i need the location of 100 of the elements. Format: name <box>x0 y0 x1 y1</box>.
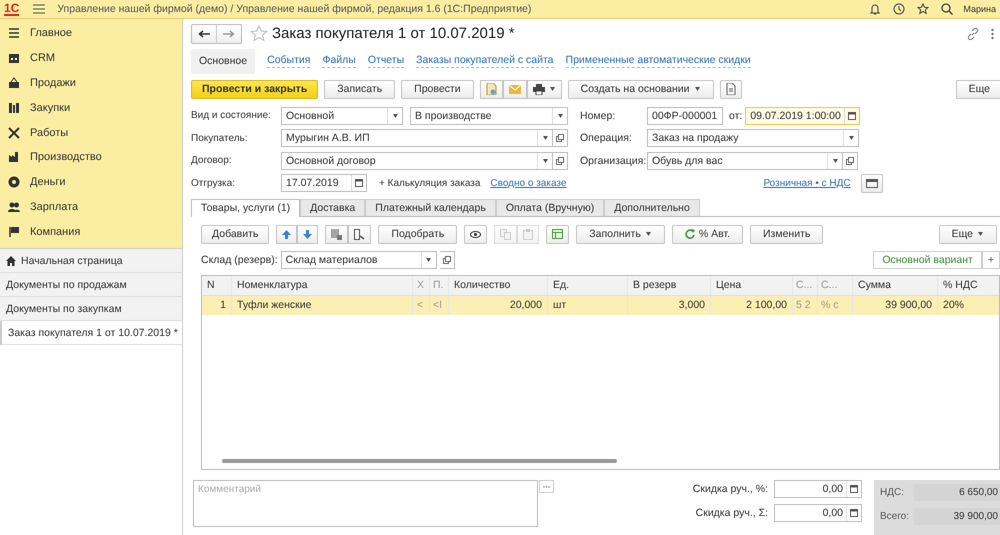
column-header[interactable]: Цена <box>710 276 792 295</box>
column-header[interactable]: Номенклатура <box>231 276 412 295</box>
window-title: Управление нашей фирмой (демо) / Управление нашей фирмой, редакция 1.6 (1С:Предприятие) <box>57 3 532 15</box>
more-button[interactable]: Еще <box>956 80 1000 99</box>
contract-field[interactable]: Основной договор <box>281 152 553 170</box>
column-header[interactable]: В резерв <box>627 276 710 295</box>
history-button[interactable] <box>891 1 908 17</box>
tab[interactable]: Доставка <box>300 198 366 216</box>
more-button[interactable]: Еще <box>938 224 997 244</box>
section-item[interactable]: Компания <box>0 219 182 244</box>
column-header[interactable]: Ед. <box>547 276 627 295</box>
toolbar-button[interactable]: Записать <box>324 80 396 99</box>
section-item[interactable]: Зарплата <box>0 194 182 220</box>
table-cell-text: 1 <box>219 298 227 314</box>
table-toolbar-button[interactable]: Подобрать <box>378 224 458 244</box>
report-button[interactable] <box>720 80 742 99</box>
open-window-item[interactable]: Заказ покупателя 1 от 10.07.2019 * <box>0 321 182 346</box>
open-window-item[interactable]: Начальная страница <box>0 249 182 274</box>
column-header[interactable]: N <box>202 276 231 295</box>
customer-field[interactable]: Мурыгин А.В. ИП <box>281 129 553 148</box>
table-cell: 20,000 <box>448 296 547 315</box>
shipment-date-field[interactable]: 17.07.2019 <box>281 174 367 192</box>
section-item[interactable]: Продажи <box>0 70 182 96</box>
calendar-icon <box>850 509 858 518</box>
section-link[interactable]: Примененные автоматические скидки <box>566 54 751 68</box>
price-type-link[interactable]: Розничная • с НДС <box>763 178 851 189</box>
dropdown-icon <box>542 136 548 140</box>
open-button[interactable] <box>440 250 455 269</box>
section-link[interactable]: Заказы покупателей с сайта <box>416 54 554 68</box>
create-based-on-button[interactable]: Создать на основании <box>568 80 714 99</box>
open-window-item[interactable]: Документы по закупкам <box>0 297 182 322</box>
discount-field[interactable]: 0,00 <box>774 504 862 522</box>
column-header[interactable]: Сумма <box>852 276 937 295</box>
summary-link[interactable]: Сводно о заказе <box>490 178 566 189</box>
document-button[interactable] <box>480 80 503 99</box>
fill-button[interactable]: Заполнить <box>576 224 665 244</box>
shelf-icon <box>8 102 20 114</box>
calendar-icon <box>355 179 363 188</box>
link-button[interactable] <box>965 26 981 42</box>
scanner-button[interactable] <box>348 224 372 244</box>
table-row[interactable]: 1 Туфли женские < <I 20,000 шт 3,000 2 100,00 5 2 % с 39 900,00 20% <box>202 296 999 315</box>
menu-button[interactable] <box>31 2 48 16</box>
tab[interactable]: Оплата (Вручную) <box>496 198 604 216</box>
open-button[interactable] <box>843 152 858 170</box>
tab[interactable]: Товары, услуги (1) <box>191 198 300 217</box>
price-settings-button[interactable] <box>860 174 883 193</box>
discount-field[interactable]: 0,00 <box>774 480 862 498</box>
table-toolbar-button[interactable]: Изменить <box>750 224 824 244</box>
logo[interactable]: 1С <box>4 2 20 16</box>
view-button[interactable] <box>464 224 488 244</box>
dropdown-icon <box>977 232 984 236</box>
table-toolbar-button[interactable]: Добавить <box>201 224 270 244</box>
open-icon <box>556 156 564 165</box>
dropdown-icon <box>848 136 854 140</box>
field-label: Вид и состояние: <box>191 110 272 122</box>
tab[interactable]: Дополнительно <box>604 198 700 216</box>
favorites-button[interactable] <box>915 1 932 17</box>
column-header[interactable]: % НДС <box>937 276 997 295</box>
operation-field[interactable]: Заказ на продажу <box>647 129 859 148</box>
section-link[interactable]: Отчеты <box>368 54 404 68</box>
date-field[interactable]: 09.07.2019 1:00:00 <box>745 106 860 125</box>
post-and-close-button[interactable]: Провести и закрыть <box>191 80 318 99</box>
column-header[interactable]: Количество <box>448 276 547 295</box>
barcode-search-button[interactable] <box>325 224 348 244</box>
toolbar-button[interactable]: Провести <box>401 80 474 99</box>
state-field[interactable]: В производстве <box>410 106 568 125</box>
section-item[interactable]: CRM <box>0 46 182 71</box>
dropdown-icon <box>694 87 701 92</box>
section-item[interactable]: Работы <box>0 120 182 145</box>
section-link[interactable]: События <box>267 54 310 68</box>
move-up-button[interactable] <box>276 224 298 244</box>
number-field[interactable]: 00ФР-000001 <box>647 106 723 125</box>
add-variant-button[interactable]: + <box>982 250 1000 269</box>
dropdown-icon <box>832 158 838 163</box>
section-item[interactable]: Закупки <box>0 95 182 120</box>
spreadsheet-button[interactable] <box>546 224 570 244</box>
section-link[interactable]: Основное <box>191 48 256 74</box>
open-window-item[interactable]: Документы по продажам <box>0 273 182 298</box>
search-button[interactable] <box>939 1 956 17</box>
kind-field[interactable]: Основной <box>281 106 403 125</box>
document-title: Заказ покупателя 1 от 10.07.2019 * <box>272 25 515 42</box>
warehouse-field[interactable]: Склад материалов <box>280 250 437 269</box>
open-button[interactable] <box>553 152 568 170</box>
move-down-button[interactable] <box>297 224 318 244</box>
calculation-link[interactable]: + Калькуляция заказа <box>379 178 480 189</box>
section-link[interactable]: Файлы <box>322 54 356 68</box>
section-item[interactable]: Деньги <box>0 170 182 195</box>
organization-field[interactable]: Обувь для вас <box>647 152 843 170</box>
user-name[interactable]: Марина <box>963 4 996 14</box>
tools-icon <box>8 126 20 139</box>
tab[interactable]: Платежный календарь <box>365 198 496 216</box>
variant-button[interactable]: Основной вариант <box>873 250 982 269</box>
print-button[interactable] <box>526 80 562 99</box>
auto-discount-button[interactable]: % Авт. <box>672 224 743 244</box>
ellipsis-icon <box>543 486 550 488</box>
open-button[interactable] <box>553 129 568 148</box>
open-icon <box>846 156 854 165</box>
section-item[interactable]: Главное <box>0 21 182 46</box>
section-item[interactable]: Производство <box>0 144 182 170</box>
coin-icon <box>8 176 20 188</box>
